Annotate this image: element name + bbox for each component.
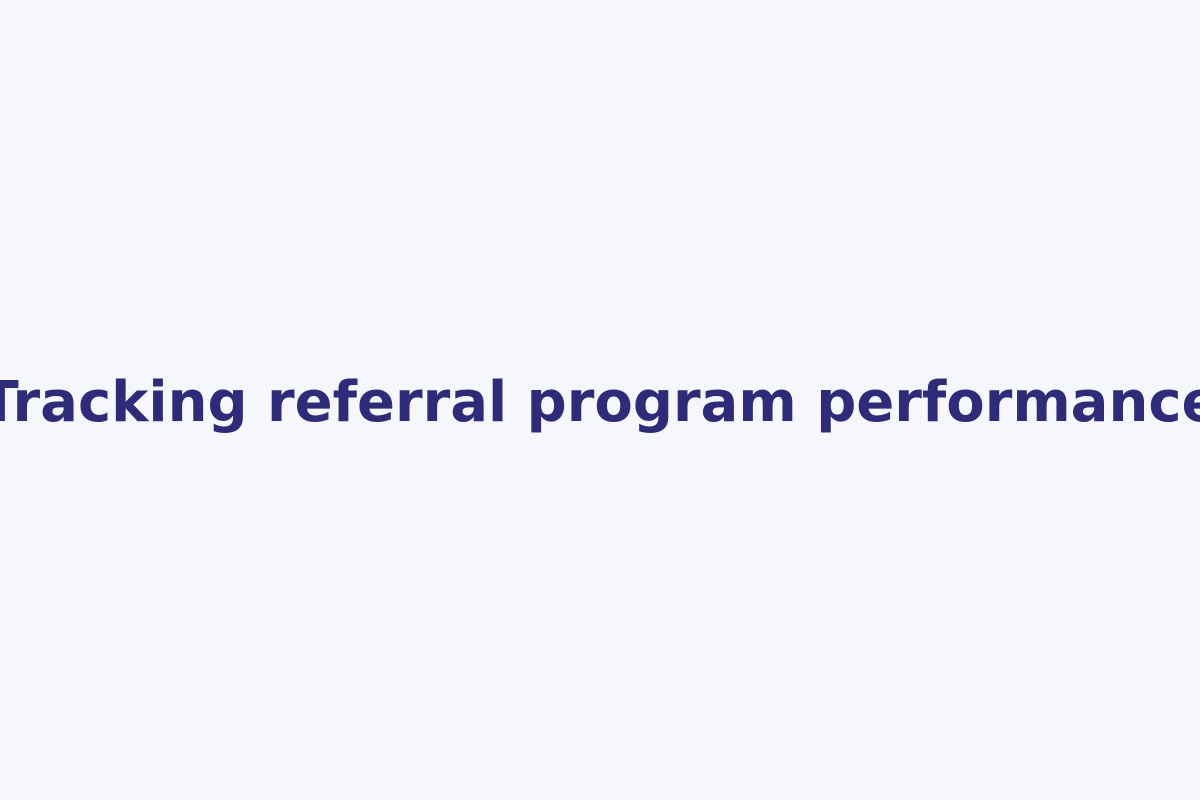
title-card: Tracking referral program performance: [0, 0, 1200, 800]
headline-text: Tracking referral program performance: [0, 370, 1200, 435]
